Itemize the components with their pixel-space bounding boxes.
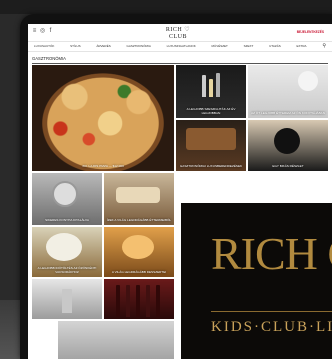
brand-tagline: KIDS·CLUB·LIFE [211, 319, 332, 335]
nav-item[interactable]: MŰVÉSZET [212, 44, 228, 48]
search-icon[interactable]: ⚲ [322, 43, 326, 49]
instagram-icon[interactable]: ◎ [40, 28, 45, 34]
tile-perfume[interactable] [32, 279, 102, 319]
brand-overlay: RICH G KIDS·CLUB·LIFE [181, 203, 332, 359]
decor-shape [116, 187, 160, 203]
menu-icon[interactable]: ≡ [32, 28, 37, 34]
bottle-shape [146, 285, 150, 317]
tile-dinner[interactable]: A LEGJOBB IDŐTÖLTÉS AZ ÖZŐNKÉNTI VACSORÁ… [32, 227, 102, 277]
tile-detail[interactable]: EGY BIKÁS RÉSZLET [248, 120, 328, 171]
nav-item[interactable]: LUXUSAUTÓK [34, 44, 54, 48]
nav-item[interactable]: ÁRVERÉS [96, 44, 110, 48]
tile-caption: AZ ÖT LEGJOBB ÉTTEREM AZ ÖN KONYHÁJÁBAN [251, 111, 325, 116]
decor-shape [52, 181, 78, 207]
tile-caption: XIII. LAJOS PIZZA — $12.000 [82, 164, 124, 169]
tile-restaurants[interactable]: ÍZEK A VILÁG LEGDRÁGÁBB ÉTTERMEIBŐL [104, 173, 174, 225]
tile-caption: SIKERES KONYHA KITALÁLVA [45, 218, 89, 223]
main-nav: LUXUSAUTÓK STÍLUS ÁRVERÉS GASZTRONÓMIA L… [28, 41, 332, 52]
bottle-shape [156, 285, 160, 317]
tile-cookware[interactable]: SIKERES KONYHA KITALÁLVA [32, 173, 102, 225]
bottle-shape [126, 285, 130, 317]
nav-item[interactable]: SZEXT [244, 44, 254, 48]
brand-divider [211, 311, 332, 312]
tile-caption: A LEGJOBB SZESZFAJTÁK AZ ÉV LEGJOBBJAI [186, 107, 236, 116]
tile-caption: A VILÁG LEGDRÁGÁBB DESSZERTEI [111, 270, 167, 275]
logo-text: RICH ♡ CLUB [165, 27, 191, 40]
bottle-shape [209, 79, 213, 97]
decor-shape [46, 233, 82, 261]
tile-appliances[interactable]: GASZTRONÓMIAI LUXUSBERENDEZÉSEK [176, 120, 246, 171]
tile-cars[interactable] [58, 321, 174, 359]
bottle-shape [62, 289, 72, 313]
decor-shape [186, 128, 236, 150]
bottle-shape [202, 75, 206, 97]
tile-wines[interactable] [104, 279, 174, 319]
facebook-icon[interactable]: f [48, 28, 53, 34]
tile-pizza[interactable]: XIII. LAJOS PIZZA — $12.000 [32, 65, 174, 171]
tile-caption: A LEGJOBB IDŐTÖLTÉS AZ ÖZŐNKÉNTI VACSORÁ… [37, 266, 97, 275]
login-link[interactable]: BEJELENTKEZÉS [297, 30, 324, 34]
header-social-icons: ≡ ◎ f [32, 28, 53, 34]
nav-item[interactable]: STÍLUS [70, 44, 81, 48]
decor-shape [298, 71, 318, 91]
tile-caption: GASZTRONÓMIAI LUXUSBERENDEZÉSEK [179, 164, 243, 169]
tile-kitchen[interactable]: AZ ÖT LEGJOBB ÉTTEREM AZ ÖN KONYHÁJÁBAN [248, 65, 328, 118]
decor-shape [274, 128, 300, 154]
nav-item[interactable]: GASZTRONÓMIA [127, 44, 151, 48]
nav-item[interactable]: EXTRA [297, 44, 307, 48]
site-header: ≡ ◎ f RICH ♡ CLUB BEJELENTKEZÉS [28, 24, 332, 42]
tile-desserts[interactable]: A VILÁG LEGDRÁGÁBB DESSZERTEI [104, 227, 174, 277]
bottle-shape [116, 285, 120, 317]
tile-caption: ÍZEK A VILÁG LEGDRÁGÁBB ÉTTERMEIBŐL [106, 218, 172, 223]
tile-spirits[interactable]: A LEGJOBB SZESZFAJTÁK AZ ÉV LEGJOBBJAI [176, 65, 246, 118]
bottle-shape [136, 285, 140, 317]
nav-item[interactable]: UTAZÁS [269, 44, 281, 48]
bottle-shape [216, 73, 220, 97]
tile-caption: EGY BIKÁS RÉSZLET [272, 164, 304, 169]
site-logo[interactable]: RICH ♡ CLUB [158, 27, 198, 40]
section-title: GASZTRONÓMIA [32, 55, 328, 64]
backdrop [0, 0, 332, 14]
brand-name: RICH G [211, 228, 332, 279]
nav-item[interactable]: LUXUSINGATLANOK [167, 44, 196, 48]
decor-shape [122, 235, 154, 259]
